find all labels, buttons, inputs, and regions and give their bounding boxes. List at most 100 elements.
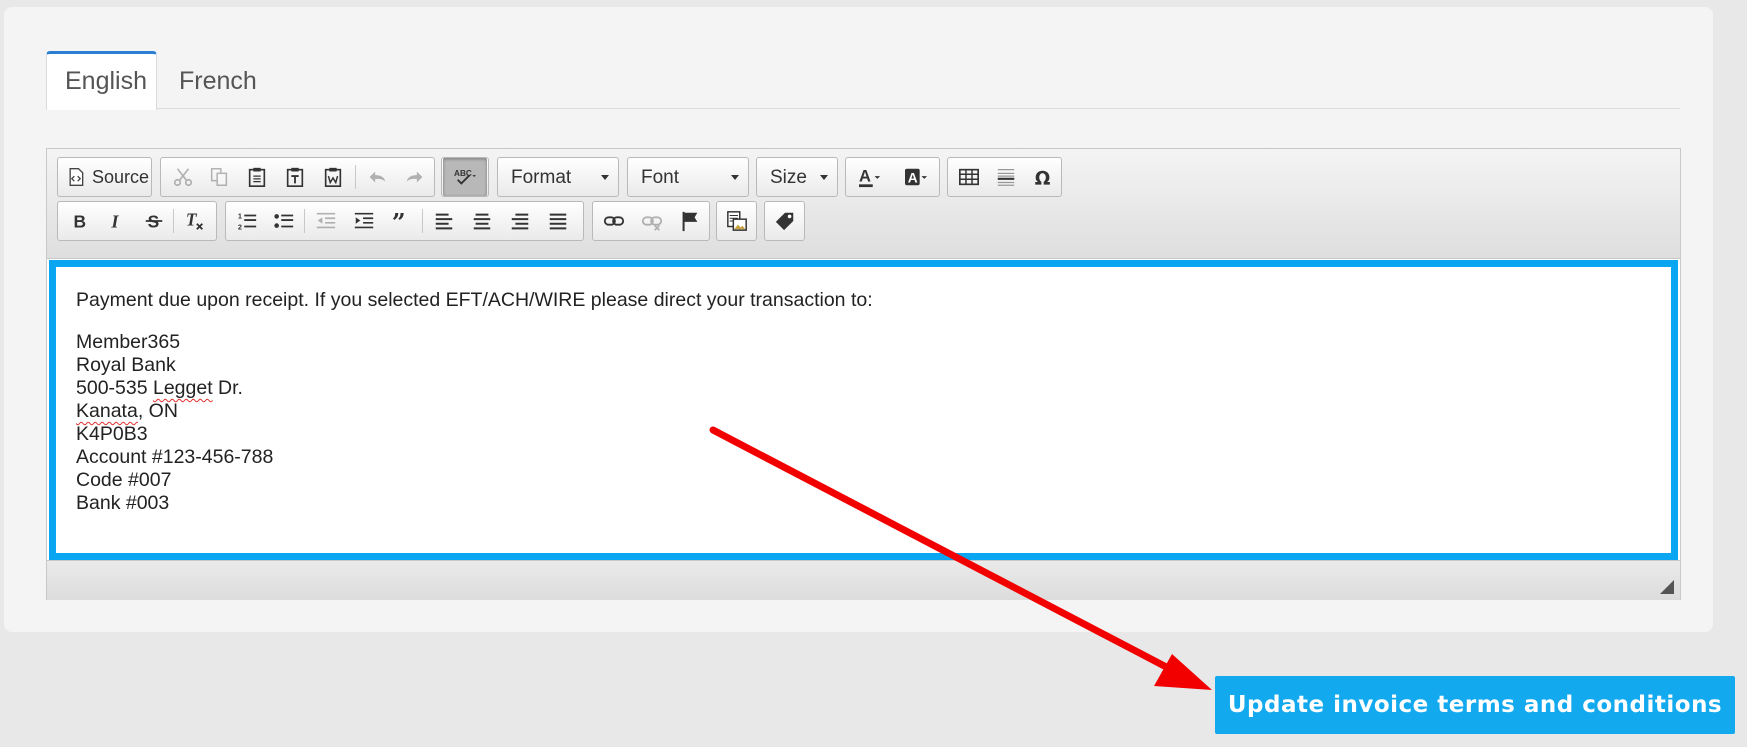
resize-handle-icon[interactable] bbox=[1660, 580, 1674, 594]
image-button[interactable] bbox=[717, 202, 757, 240]
content-line: K4P0B3 bbox=[76, 423, 148, 445]
size-label: Size bbox=[770, 167, 807, 188]
background-color-icon: A bbox=[905, 168, 927, 186]
paste-text-icon bbox=[286, 167, 304, 187]
source-icon bbox=[69, 168, 84, 186]
text-color-button[interactable]: A bbox=[848, 158, 892, 196]
undo-icon bbox=[369, 171, 386, 183]
image-icon bbox=[727, 211, 747, 231]
size-combo[interactable]: Size bbox=[756, 157, 838, 197]
misspelled-word: Legget bbox=[152, 377, 213, 399]
align-center-button[interactable] bbox=[462, 202, 502, 240]
chevron-down-icon bbox=[731, 175, 739, 180]
paste-icon bbox=[248, 167, 266, 187]
numbered-list-icon: 12 bbox=[238, 211, 257, 231]
align-left-button[interactable] bbox=[424, 202, 464, 240]
source-group: Source bbox=[57, 157, 152, 197]
source-button[interactable]: Source bbox=[58, 158, 151, 196]
justify-button[interactable] bbox=[538, 202, 578, 240]
toolbar-separator bbox=[304, 209, 305, 233]
svg-text:1: 1 bbox=[238, 211, 242, 220]
svg-text:Ω: Ω bbox=[1035, 168, 1051, 188]
spellcheck-group: ABC bbox=[441, 157, 489, 197]
remove-format-button[interactable]: T bbox=[175, 202, 215, 240]
italic-button[interactable]: I bbox=[96, 202, 136, 240]
decrease-indent-button[interactable] bbox=[306, 202, 346, 240]
omega-icon: Ω bbox=[1035, 168, 1051, 188]
font-combo[interactable]: Font bbox=[627, 157, 749, 197]
paste-text-button[interactable] bbox=[275, 158, 315, 196]
background-color-button[interactable]: A bbox=[894, 158, 938, 196]
insert-group: Ω bbox=[947, 157, 1062, 197]
numbered-list-button[interactable]: 12 bbox=[227, 202, 267, 240]
content-text: , ON bbox=[137, 400, 178, 422]
bold-icon: B bbox=[74, 211, 87, 231]
chevron-down-icon bbox=[820, 175, 828, 180]
chevron-down-icon bbox=[601, 175, 609, 180]
bold-button[interactable]: B bbox=[59, 202, 99, 240]
quote-icon: ” bbox=[392, 210, 406, 232]
table-button[interactable] bbox=[949, 158, 989, 196]
toolbar-separator bbox=[422, 209, 423, 233]
svg-text:B: B bbox=[74, 211, 87, 231]
language-tabs: English French bbox=[46, 51, 1680, 110]
svg-text:I: I bbox=[110, 211, 119, 231]
link-button[interactable] bbox=[594, 202, 634, 240]
tag-icon bbox=[775, 212, 794, 231]
misspelled-word: Kanata bbox=[76, 400, 138, 422]
paste-button[interactable] bbox=[237, 158, 277, 196]
paste-word-button[interactable] bbox=[313, 158, 353, 196]
cut-button[interactable] bbox=[163, 158, 203, 196]
copy-button[interactable] bbox=[199, 158, 239, 196]
image-group bbox=[716, 201, 757, 241]
flag-icon bbox=[682, 211, 698, 232]
tab-english[interactable]: English bbox=[46, 51, 157, 110]
basic-styles-group: B I S T bbox=[57, 201, 217, 241]
bulleted-list-icon bbox=[274, 214, 294, 228]
tab-french[interactable]: French bbox=[161, 51, 275, 110]
paste-word-icon bbox=[324, 167, 342, 187]
spellcheck-button[interactable]: ABC bbox=[443, 158, 487, 196]
content-line: Code #007 bbox=[76, 469, 172, 491]
table-icon bbox=[959, 168, 979, 186]
align-right-button[interactable] bbox=[500, 202, 540, 240]
horizontal-line-icon bbox=[997, 169, 1015, 186]
content-line: Royal Bank bbox=[76, 354, 176, 376]
update-terms-button[interactable]: Update invoice terms and conditions bbox=[1215, 676, 1735, 734]
align-center-icon bbox=[473, 213, 491, 230]
remove-format-icon: T bbox=[186, 210, 203, 230]
color-group: A A bbox=[845, 157, 940, 197]
text-color-icon: A bbox=[859, 168, 881, 188]
blockquote-button[interactable]: ” bbox=[382, 202, 422, 240]
svg-text:A: A bbox=[859, 168, 871, 186]
increase-indent-button[interactable] bbox=[344, 202, 384, 240]
format-combo[interactable]: Format bbox=[497, 157, 619, 197]
paragraph-group: 12 ” bbox=[225, 201, 584, 241]
italic-icon: I bbox=[110, 211, 119, 231]
redo-button[interactable] bbox=[395, 158, 435, 196]
bulleted-list-button[interactable] bbox=[264, 202, 304, 240]
redo-icon bbox=[406, 171, 423, 183]
special-char-button[interactable]: Ω bbox=[1023, 158, 1063, 196]
editor-content[interactable]: Payment due upon receipt. If you selecte… bbox=[49, 260, 1678, 560]
undo-button[interactable] bbox=[357, 158, 397, 196]
editor-toolbar: Source ABC Format Font Size A A Ω B I S … bbox=[47, 149, 1680, 259]
format-label: Format bbox=[511, 167, 572, 188]
unlink-button[interactable] bbox=[632, 202, 672, 240]
editor-statusbar bbox=[47, 560, 1680, 600]
placeholder-button[interactable] bbox=[765, 202, 805, 240]
copy-icon bbox=[210, 168, 228, 186]
toolbar-separator bbox=[173, 209, 174, 233]
source-label: Source bbox=[92, 166, 150, 187]
terms-panel: English French Source ABC Format Font Si… bbox=[4, 7, 1713, 632]
spellcheck-icon: ABC bbox=[454, 169, 476, 185]
content-line: 500-535 Legget Dr. bbox=[76, 377, 1651, 400]
link-icon bbox=[603, 216, 625, 226]
anchor-button[interactable] bbox=[670, 202, 710, 240]
strike-button[interactable]: S bbox=[134, 202, 174, 240]
horizontal-line-button[interactable] bbox=[986, 158, 1026, 196]
content-line: Bank #003 bbox=[76, 492, 170, 514]
annotation-arrow-head bbox=[1154, 654, 1212, 690]
unlink-icon bbox=[641, 216, 663, 231]
